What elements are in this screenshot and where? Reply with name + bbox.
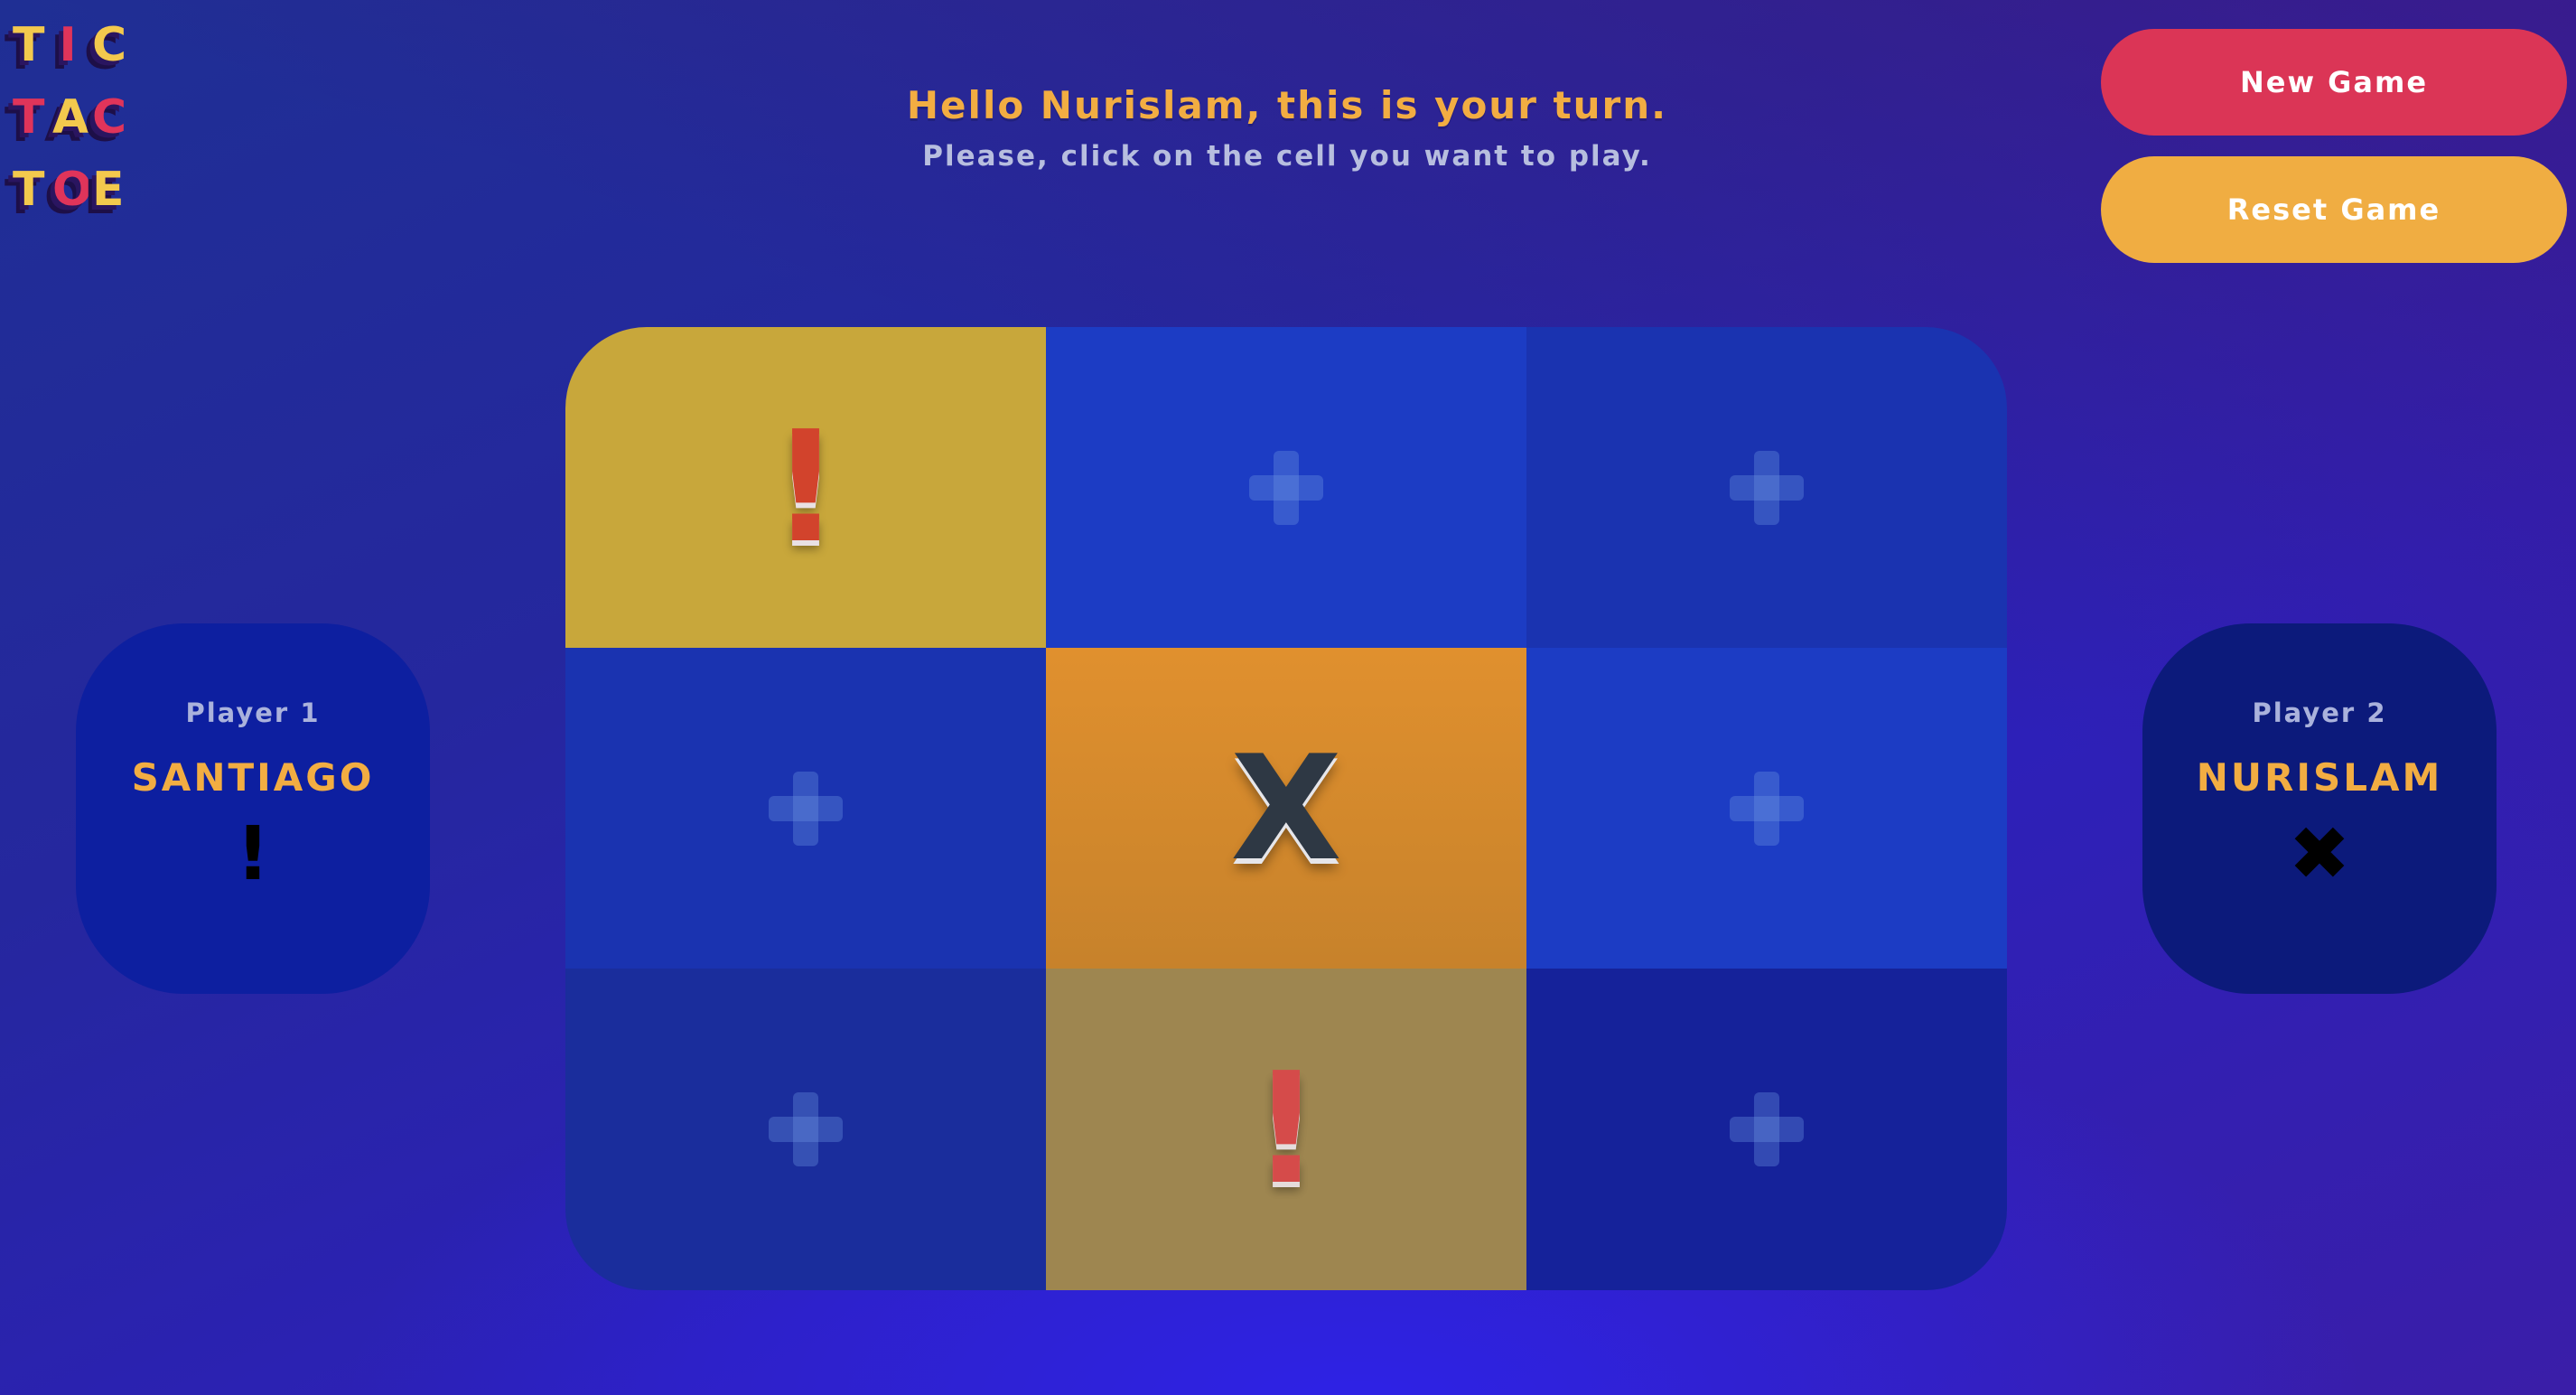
logo-letter: T [13,90,54,145]
plus-icon [1730,771,1804,846]
plus-icon [769,771,843,846]
logo-letter: E [92,163,134,217]
logo-letter: T [13,163,54,217]
logo-row-toe: T O E [13,154,132,226]
reset-game-button[interactable]: Reset Game [2101,156,2567,263]
plus-icon [1730,450,1804,525]
logo-letter: C [92,90,136,145]
logo-letter: C [92,18,136,72]
player-1-card: Player 1 SANTIAGO ! [76,623,430,994]
logo-letter: O [52,163,102,217]
logo-letter: I [59,18,86,72]
logo-row-tic: T I C [13,9,132,81]
new-game-button[interactable]: New Game [2101,29,2567,136]
board-cell-3[interactable] [1526,327,2007,648]
player-symbol: ! [236,811,270,897]
player-2-mark: X [1230,723,1342,893]
board-cell-6[interactable] [1526,648,2007,969]
player-1-mark: ! [1251,1040,1321,1219]
logo-row-tac: T A C [13,81,132,154]
plus-icon [769,1092,843,1166]
tic-tac-toe-logo: T I C T A C T O E [13,9,132,226]
player-label: Player 2 [2252,698,2387,728]
player-name: NURISLAM [2196,755,2443,800]
turn-instructions: Please, click on the cell you want to pl… [922,140,1652,173]
player-name: SANTIAGO [131,755,375,800]
board-cell-7[interactable] [565,969,1046,1290]
logo-letter: T [13,18,54,72]
player-1-mark: ! [770,398,841,577]
board-cell-8[interactable]: ! [1046,969,1526,1290]
board-cell-9[interactable] [1526,969,2007,1290]
plus-icon [1730,1092,1804,1166]
turn-title: Hello Nurislam, this is your turn. [906,83,1668,127]
logo-letter: A [52,90,98,145]
player-label: Player 1 [185,698,321,728]
board-cell-4[interactable] [565,648,1046,969]
plus-icon [1249,450,1323,525]
player-2-card: Player 2 NURISLAM ✖ [2142,623,2497,994]
board-cell-2[interactable] [1046,327,1526,648]
turn-message: Hello Nurislam, this is your turn. Pleas… [686,83,1888,173]
board-cell-1[interactable]: ! [565,327,1046,648]
player-symbol: ✖ [2288,811,2351,897]
board-cell-5[interactable]: X [1046,648,1526,969]
game-board: ! X ! [565,327,2007,1290]
